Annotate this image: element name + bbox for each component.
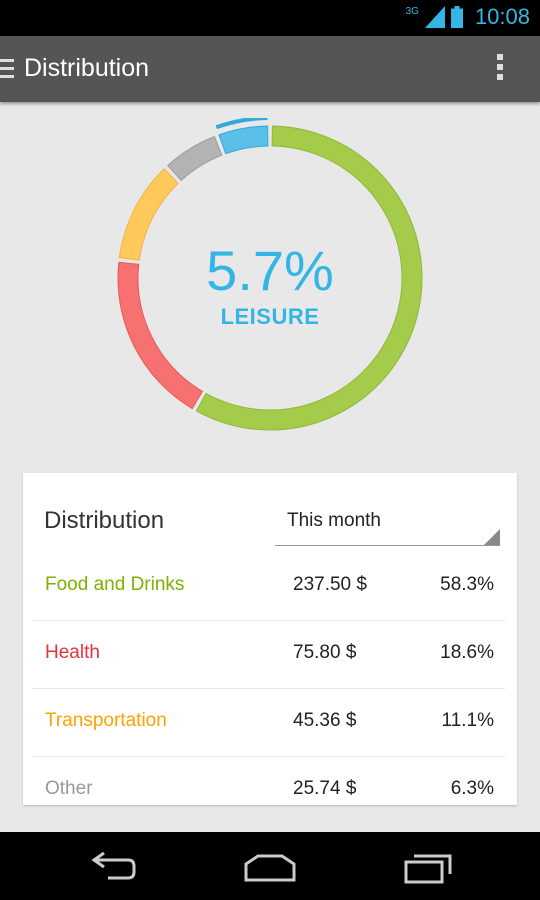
navigation-bar [0,832,540,900]
category-amount: 237.50 $ [293,574,367,595]
overflow-menu-icon[interactable] [494,54,506,86]
donut-segment-other[interactable] [166,135,223,182]
category-name: Food and Drinks [45,574,185,595]
category-name: Health [45,642,100,663]
category-percent: 11.1% [441,710,494,731]
category-percent: 58.3% [440,574,494,595]
category-amount: 25.74 $ [293,778,357,799]
drawer-menu-icon[interactable] [0,59,14,79]
donut-segment-leisure[interactable] [218,125,269,155]
home-icon[interactable] [240,850,300,884]
distribution-card: Distribution This month Food and Drinks … [23,473,517,805]
dropdown-arrow-icon [484,529,500,545]
list-item-food-and-drinks[interactable]: Food and Drinks 237.50 $ 58.3% [33,552,505,621]
list-item-other[interactable]: Other 25.74 $ 6.3% [33,756,505,805]
selected-category-label: LEISURE [220,304,320,329]
battery-icon [450,6,463,28]
page-title: Distribution [24,54,150,82]
category-amount: 75.80 $ [293,642,357,663]
list-item-transportation[interactable]: Transportation 45.36 $ 11.1% [33,688,505,757]
signal-icon [424,6,445,28]
recent-apps-icon[interactable] [398,850,458,884]
network-type-label: 3G [405,5,419,17]
period-value: This month [287,510,381,531]
category-percent: 18.6% [440,642,494,663]
selected-category-percent: 5.7% [206,239,334,302]
back-icon[interactable] [82,850,142,884]
category-name: Other [45,778,93,799]
distribution-donut-chart[interactable]: 5.7% LEISURE [110,116,430,438]
card-title: Distribution [44,507,165,534]
period-dropdown[interactable]: This month [275,507,500,546]
status-bar: 3G 10:08 [0,0,540,36]
category-percent: 6.3% [450,778,494,799]
action-bar: Distribution [0,36,540,102]
category-name: Transportation [45,710,167,731]
clock: 10:08 [474,4,530,29]
category-amount: 45.36 $ [293,710,357,731]
list-item-health[interactable]: Health 75.80 $ 18.6% [33,620,505,689]
